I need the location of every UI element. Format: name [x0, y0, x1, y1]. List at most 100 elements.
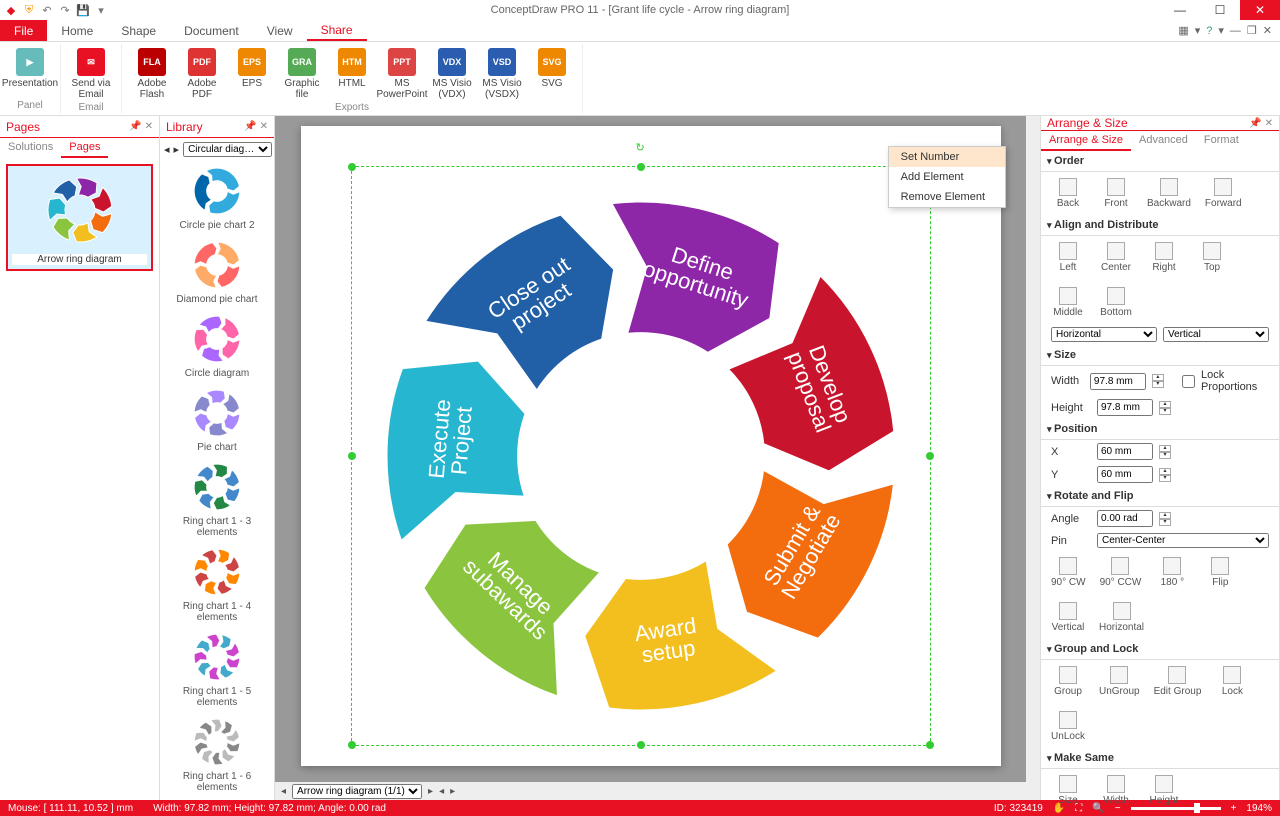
order-forward[interactable]: Forward: [1205, 178, 1242, 209]
ctx-remove-element[interactable]: Remove Element: [889, 187, 1005, 207]
rp-tab-arrange[interactable]: Arrange & Size: [1041, 131, 1131, 151]
align-top[interactable]: Top: [1195, 242, 1229, 273]
order-backward[interactable]: Backward: [1147, 178, 1191, 209]
send-email-button[interactable]: ✉Send via Email: [67, 46, 115, 100]
make-width[interactable]: Width: [1099, 775, 1133, 806]
group-ungroup[interactable]: UnGroup: [1099, 666, 1140, 697]
tab-home[interactable]: Home: [47, 20, 107, 41]
tab-document[interactable]: Document: [170, 20, 253, 41]
align-center[interactable]: Center: [1099, 242, 1133, 273]
arrow-ring-diagram[interactable]: DefineopportunityDevelopproposalSubmit &…: [351, 166, 931, 746]
save-icon[interactable]: 💾: [76, 3, 90, 17]
sect-group[interactable]: Group and Lock: [1041, 639, 1279, 660]
make-height[interactable]: Height: [1147, 775, 1181, 806]
page-tabs-select[interactable]: Arrow ring diagram (1/1): [292, 784, 422, 799]
rotate--cw[interactable]: 90° CW: [1051, 557, 1086, 588]
group-lock[interactable]: Lock: [1215, 666, 1249, 697]
export-pdf[interactable]: PDFAdobe PDF: [178, 46, 226, 100]
export-html[interactable]: HTMHTML: [328, 46, 376, 100]
hand-tool-icon[interactable]: ✋: [1053, 803, 1065, 814]
lib-item[interactable]: Ring chart 1 - 4 elements: [160, 542, 274, 627]
hbar-next-icon[interactable]: ▸: [428, 786, 433, 797]
align-middle[interactable]: Middle: [1051, 287, 1085, 318]
zoom-fit-icon[interactable]: ⛶: [1075, 803, 1082, 814]
lib-item[interactable]: Pie chart: [160, 383, 274, 457]
lib-item[interactable]: Circle pie chart 2: [160, 161, 274, 235]
vert-distribute[interactable]: Vertical: [1163, 327, 1269, 342]
scroll-left-icon[interactable]: ◂: [439, 786, 444, 797]
rp-tab-advanced[interactable]: Advanced: [1131, 131, 1196, 151]
lib-item[interactable]: Ring chart 1 - 6 elements: [160, 712, 274, 797]
rotate-handle-icon[interactable]: ↻: [636, 141, 645, 154]
rotate--ccw[interactable]: 90° CCW: [1100, 557, 1142, 588]
export-flash[interactable]: FLAAdobe Flash: [128, 46, 176, 100]
lib-item[interactable]: Ring chart 1 - 3 elements: [160, 457, 274, 542]
grid-icon[interactable]: ▦: [1178, 24, 1188, 37]
dropdown-icon[interactable]: ▾: [94, 3, 108, 17]
export-eps[interactable]: EPSEPS: [228, 46, 276, 100]
tab-view[interactable]: View: [253, 20, 307, 41]
hbar-prev-icon[interactable]: ◂: [281, 786, 286, 797]
sect-size[interactable]: Size: [1041, 345, 1279, 366]
lib-item[interactable]: Diamond pie chart: [160, 235, 274, 309]
height-input[interactable]: [1097, 399, 1153, 416]
mdi-restore-icon[interactable]: ❐: [1247, 24, 1257, 37]
sect-rotate[interactable]: Rotate and Flip: [1041, 486, 1279, 507]
make-size[interactable]: Size: [1051, 775, 1085, 806]
lib-next-icon[interactable]: ▸: [174, 143, 180, 156]
pin-icon[interactable]: 📌: [1249, 118, 1261, 129]
lib-item[interactable]: Circle diagram: [160, 309, 274, 383]
group-group[interactable]: Group: [1051, 666, 1085, 697]
maximize-button[interactable]: ☐: [1200, 0, 1240, 20]
ctx-set-number[interactable]: Set Number: [889, 147, 1005, 167]
export-svg[interactable]: SVGSVG: [528, 46, 576, 100]
export-vdx[interactable]: VDXMS Visio (VDX): [428, 46, 476, 100]
mdi-close-icon[interactable]: ✕: [1263, 24, 1272, 37]
align-bottom[interactable]: Bottom: [1099, 287, 1133, 318]
align-left[interactable]: Left: [1051, 242, 1085, 273]
sect-position[interactable]: Position: [1041, 419, 1279, 440]
panel-close-icon[interactable]: ✕: [260, 121, 268, 132]
export-ppt[interactable]: PPTMS PowerPoint: [378, 46, 426, 100]
undo-icon[interactable]: ↶: [40, 3, 54, 17]
redo-icon[interactable]: ↷: [58, 3, 72, 17]
angle-input[interactable]: [1097, 510, 1153, 527]
rotate-vertical[interactable]: Vertical: [1051, 602, 1085, 633]
rotate-flip[interactable]: Flip: [1203, 557, 1237, 588]
zoom-window-icon[interactable]: 🔍: [1092, 803, 1104, 814]
rp-tab-format[interactable]: Format: [1196, 131, 1247, 151]
ctx-add-element[interactable]: Add Element: [889, 167, 1005, 187]
group-unlock[interactable]: UnLock: [1051, 711, 1085, 742]
order-back[interactable]: Back: [1051, 178, 1085, 209]
minimize-button[interactable]: —: [1160, 0, 1200, 20]
lib-item[interactable]: Ring chart 1 - 5 elements: [160, 627, 274, 712]
close-button[interactable]: ✕: [1240, 0, 1280, 20]
rotate-horizontal[interactable]: Horizontal: [1099, 602, 1144, 633]
panel-close-icon[interactable]: ✕: [145, 121, 153, 132]
align-right[interactable]: Right: [1147, 242, 1181, 273]
zoom-in-icon[interactable]: +: [1231, 803, 1237, 814]
shield-icon[interactable]: ⛨: [22, 3, 36, 17]
pin-select[interactable]: Center-Center: [1097, 533, 1269, 548]
tab-shape[interactable]: Shape: [107, 20, 170, 41]
export-graphic[interactable]: GRAGraphic file: [278, 46, 326, 100]
horiz-distribute[interactable]: Horizontal: [1051, 327, 1157, 342]
library-dropdown[interactable]: Circular diag…: [183, 142, 272, 157]
order-front[interactable]: Front: [1099, 178, 1133, 209]
width-input[interactable]: [1090, 373, 1146, 390]
mdi-min-icon[interactable]: —: [1230, 25, 1241, 37]
rotate--[interactable]: 180 °: [1155, 557, 1189, 588]
scroll-right-icon[interactable]: ▸: [450, 786, 455, 797]
tab-pages[interactable]: Pages: [61, 138, 108, 158]
scrollbar-vertical[interactable]: [1026, 116, 1040, 800]
sect-make[interactable]: Make Same: [1041, 748, 1279, 769]
drawing-page[interactable]: DefineopportunityDevelopproposalSubmit &…: [301, 126, 1001, 766]
y-input[interactable]: [1097, 466, 1153, 483]
page-thumbnail[interactable]: Arrow ring diagram: [6, 164, 153, 271]
lock-prop-checkbox[interactable]: [1182, 375, 1195, 388]
sect-order[interactable]: Order: [1041, 151, 1279, 172]
lib-prev-icon[interactable]: ◂: [164, 143, 170, 156]
zoom-slider[interactable]: [1131, 807, 1221, 810]
sect-align[interactable]: Align and Distribute: [1041, 215, 1279, 236]
pin-icon[interactable]: 📌: [129, 121, 141, 132]
